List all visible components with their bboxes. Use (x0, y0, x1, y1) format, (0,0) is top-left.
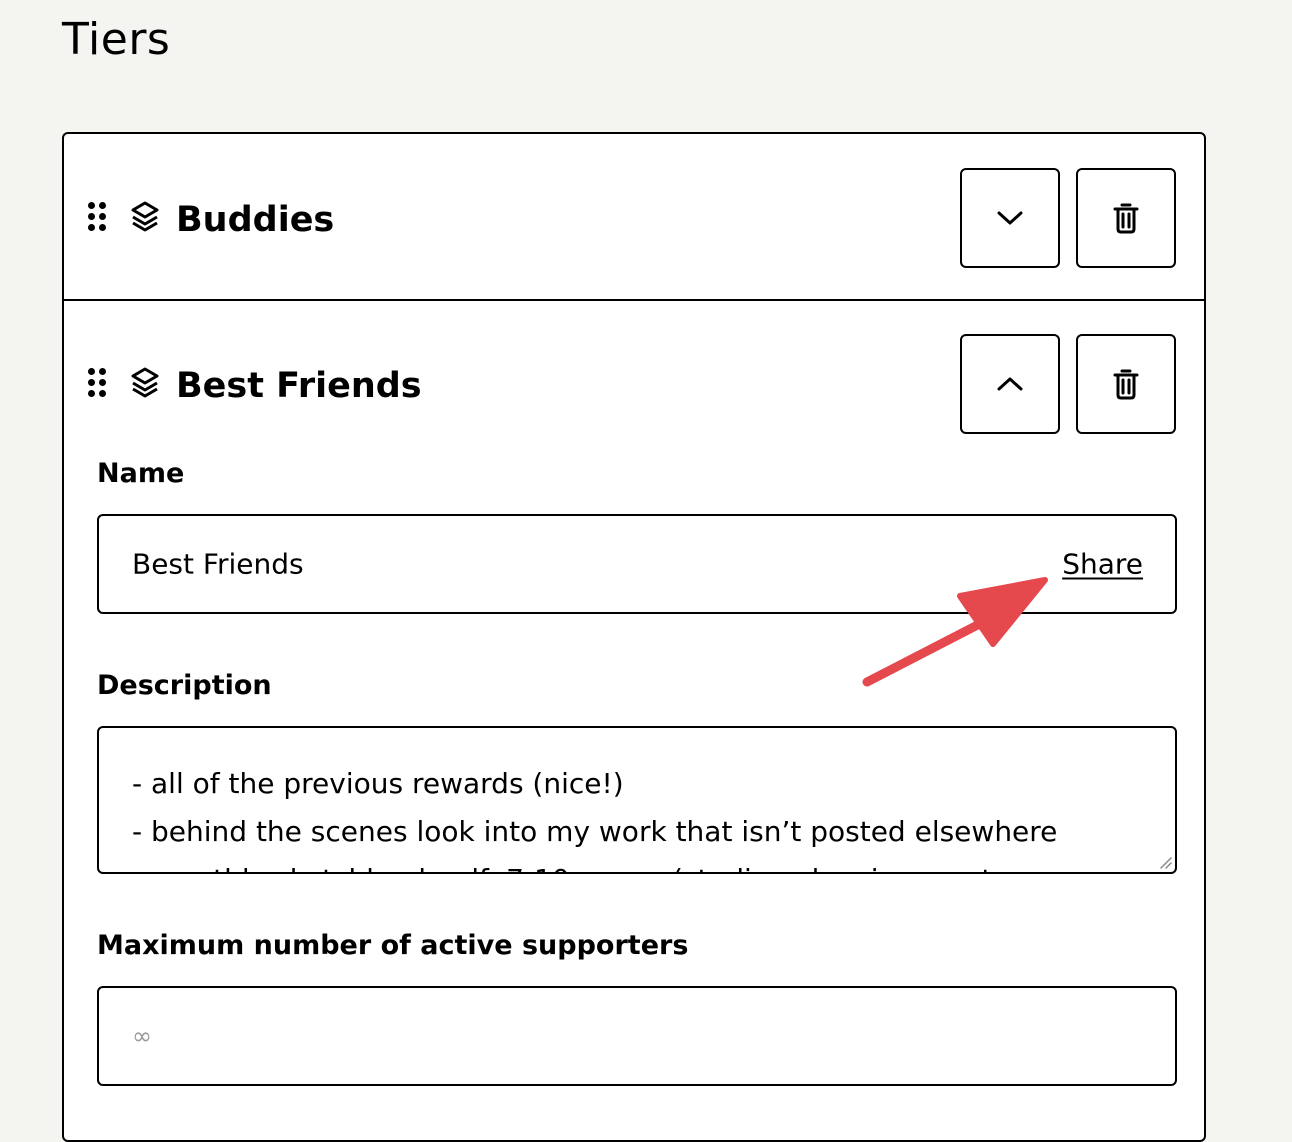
tier-row-best-friends: Best Friends (64, 334, 1204, 434)
drag-handle-icon[interactable] (88, 202, 106, 232)
description-line: - behind the scenes look into my work th… (132, 815, 1058, 848)
chevron-down-icon (997, 211, 1023, 225)
description-line: - monthly sketchbook pdf: 7-10 pages (st… (132, 856, 1057, 872)
expand-button[interactable] (960, 168, 1060, 268)
drag-handle-icon[interactable] (88, 368, 106, 398)
tier-name: Buddies (176, 200, 335, 240)
max-supporters-label: Maximum number of active supporters (97, 930, 689, 961)
delete-tier-button[interactable] (1076, 168, 1176, 268)
layers-icon (131, 201, 159, 232)
trash-icon (1113, 203, 1139, 234)
share-link[interactable]: Share (1062, 548, 1143, 581)
tier-name: Best Friends (176, 366, 422, 406)
tiers-card: Buddies Best Friends Name Best Friends S… (62, 132, 1206, 1142)
max-supporters-placeholder: ∞ (132, 1022, 152, 1050)
description-line: - all of the previous rewards (nice!) (132, 767, 624, 800)
name-input[interactable]: Best Friends Share (97, 514, 1177, 614)
name-value: Best Friends (132, 547, 304, 581)
description-textarea[interactable]: - all of the previous rewards (nice!) - … (97, 726, 1177, 874)
layers-icon (131, 367, 159, 398)
tier-row-buddies: Buddies (64, 168, 1204, 268)
chevron-up-icon (997, 377, 1023, 391)
resize-grip-icon[interactable] (1157, 854, 1173, 870)
trash-icon (1113, 369, 1139, 400)
max-supporters-input[interactable]: ∞ (97, 986, 1177, 1086)
tier-divider (64, 299, 1204, 301)
collapse-button[interactable] (960, 334, 1060, 434)
name-label: Name (97, 458, 185, 489)
description-label: Description (97, 670, 272, 701)
delete-tier-button[interactable] (1076, 334, 1176, 434)
page-title: Tiers (62, 14, 171, 65)
